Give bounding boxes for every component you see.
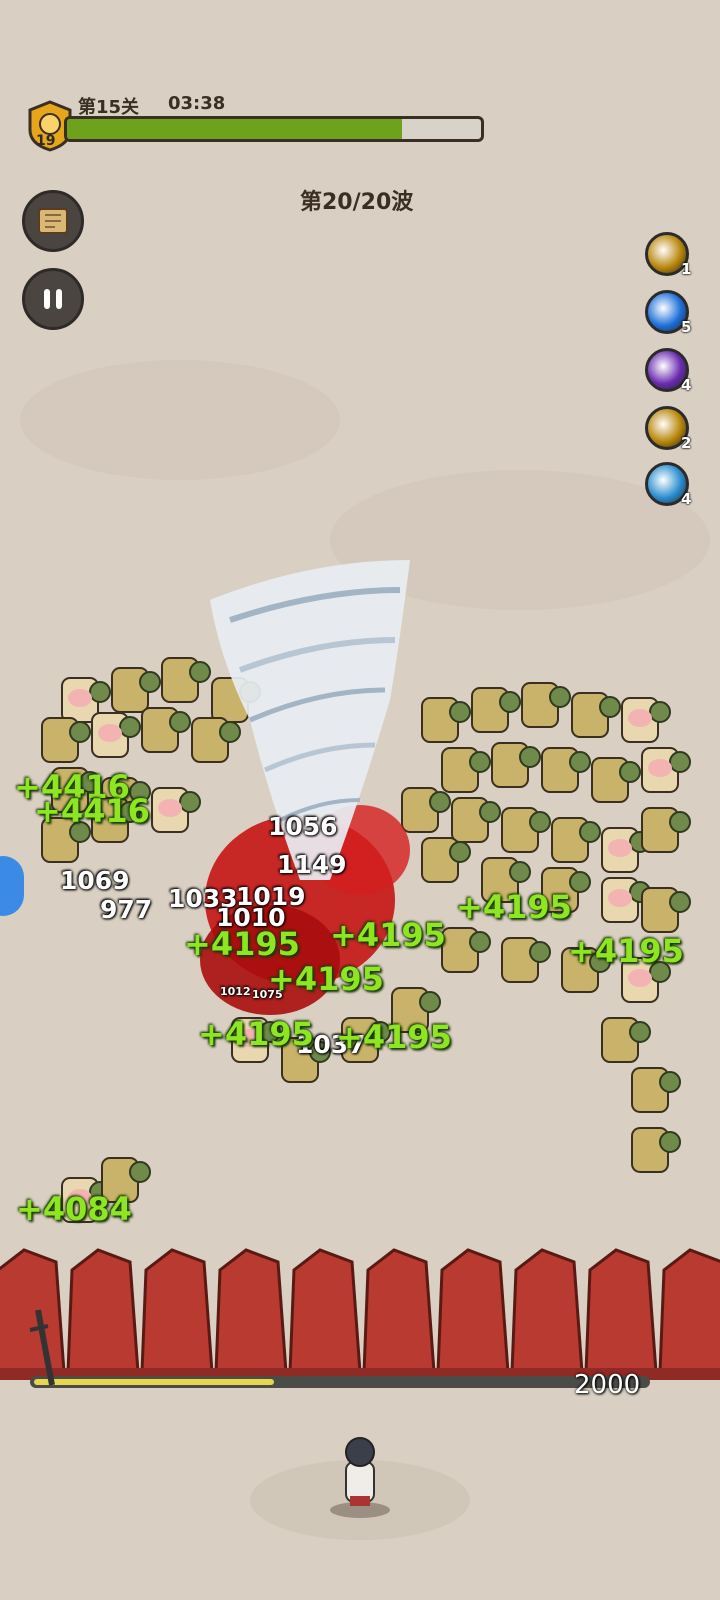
scroll-map-icon [38, 208, 68, 234]
wall-rock [0, 1248, 66, 1374]
wave-label: 第20/20波 [300, 190, 414, 215]
damage-number: 1012 [220, 985, 251, 998]
heal-number: +4416 [34, 792, 150, 830]
timer: 03:38 [168, 93, 226, 114]
wall-rock [288, 1248, 362, 1374]
skill-count: 2 [681, 434, 692, 452]
wall-rock [658, 1248, 720, 1374]
heal-number: +4195 [198, 1015, 314, 1053]
skill-count: 4 [681, 490, 692, 508]
wall-rock [214, 1248, 288, 1374]
heal-number: +4195 [336, 1018, 452, 1056]
heal-number: +4195 [330, 916, 446, 954]
pause-button[interactable] [22, 268, 84, 330]
wall-rock [510, 1248, 584, 1374]
wall-hp-value: 2000 [574, 1370, 641, 1400]
damage-number: 977 [100, 895, 153, 924]
wall-rock [140, 1248, 214, 1374]
heal-number: +4084 [16, 1190, 132, 1228]
heal-number: +4195 [184, 925, 300, 963]
wave-progress-bar [64, 116, 484, 142]
player-level: 19 [36, 133, 56, 149]
wall-rock [584, 1248, 658, 1374]
skill-count: 4 [681, 376, 692, 394]
damage-number: 1069 [60, 866, 130, 895]
heal-number: +4195 [568, 932, 684, 970]
wall-rock [436, 1248, 510, 1374]
map-button[interactable] [22, 190, 84, 252]
wave-progress-fill [67, 119, 403, 139]
skill-count: 1 [681, 260, 692, 278]
heal-number: +4195 [268, 960, 384, 998]
pause-icon [44, 289, 62, 309]
heal-number: +4195 [456, 888, 572, 926]
wall-rock [66, 1248, 140, 1374]
wall-rock [362, 1248, 436, 1374]
damage-number: 1056 [268, 812, 338, 841]
damage-number: 1149 [277, 850, 347, 879]
skill-count: 5 [681, 318, 692, 336]
